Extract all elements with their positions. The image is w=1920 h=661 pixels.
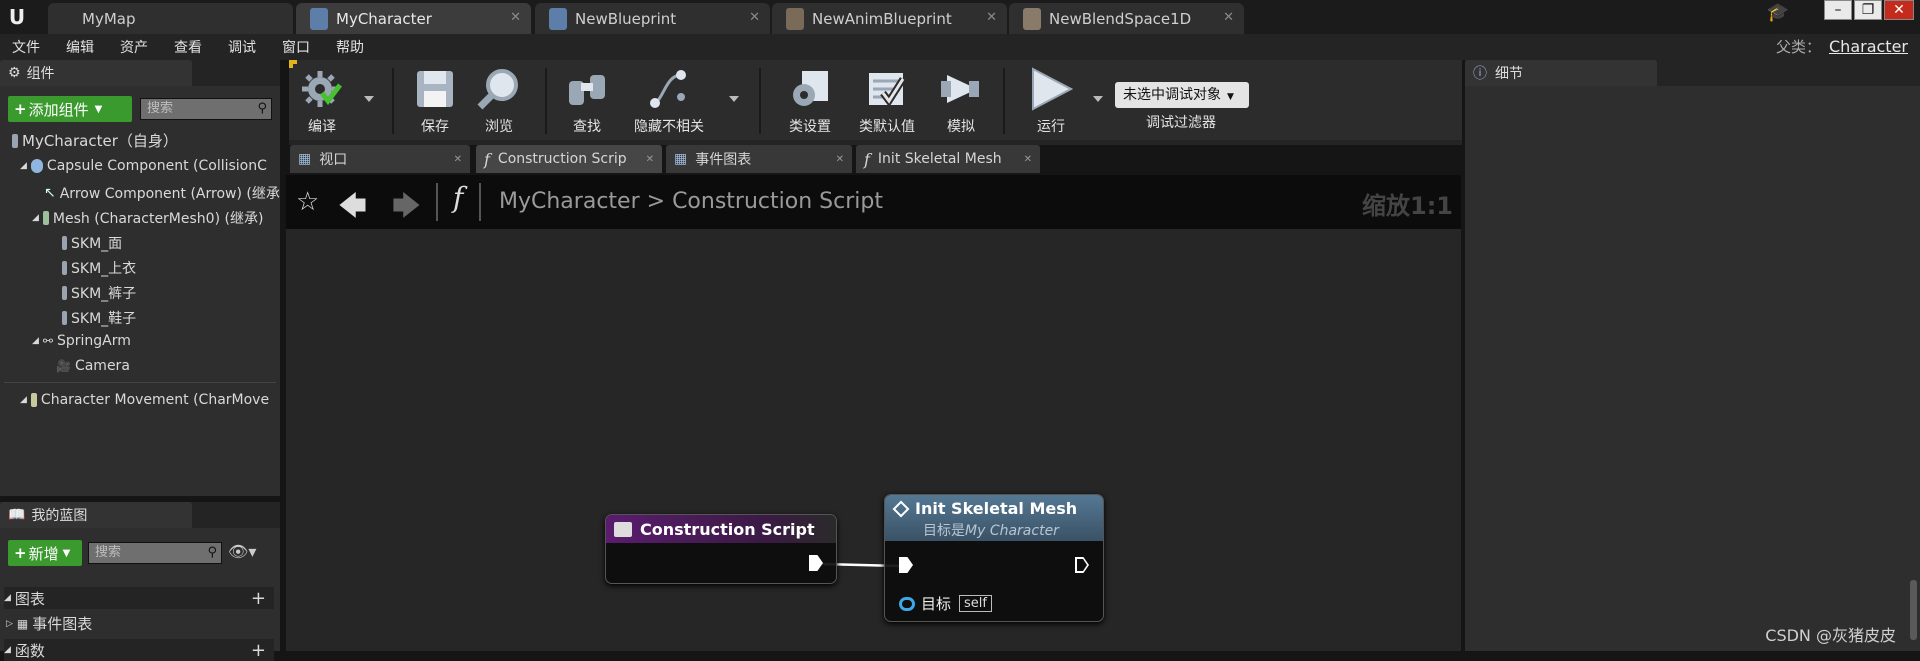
construction-script-node-header: Construction Script (606, 515, 836, 543)
details-tab[interactable]: ⓘ 细节 (1465, 60, 1657, 86)
node-title: Init Skeletal Mesh (915, 499, 1078, 518)
function-call-icon (892, 500, 910, 517)
subtitle-prefix: 目标是 (923, 523, 965, 539)
event-node-icon (614, 521, 632, 537)
target-pin-value: self (959, 595, 992, 612)
init-skeletal-mesh-node[interactable]: Init Skeletal Mesh 目标是My Character 目标 se… (884, 494, 1104, 622)
target-pin-row: 目标 self (899, 593, 992, 614)
info-icon: ⓘ (1473, 66, 1487, 82)
details-header: ⓘ 细节 (1465, 60, 1920, 86)
scrollbar[interactable] (1910, 580, 1917, 640)
details-panel: ⓘ 细节 (1465, 60, 1920, 651)
init-node-title-row: Init Skeletal Mesh (892, 499, 1103, 518)
object-pin-icon[interactable] (899, 596, 915, 611)
exec-output-pin[interactable] (809, 555, 823, 571)
init-node-header: Init Skeletal Mesh 目标是My Character (885, 495, 1103, 541)
exec-input-pin[interactable] (899, 557, 913, 573)
node-subtitle: 目标是My Character (923, 520, 1103, 540)
subtitle-target: My Character (965, 523, 1059, 539)
construction-script-node[interactable]: Construction Script (605, 514, 837, 584)
watermark: CSDN @灰猪皮皮 (1765, 626, 1896, 645)
node-title: Construction Script (640, 519, 815, 539)
target-pin-label: 目标 (921, 595, 952, 613)
details-title: 细节 (1495, 66, 1523, 82)
